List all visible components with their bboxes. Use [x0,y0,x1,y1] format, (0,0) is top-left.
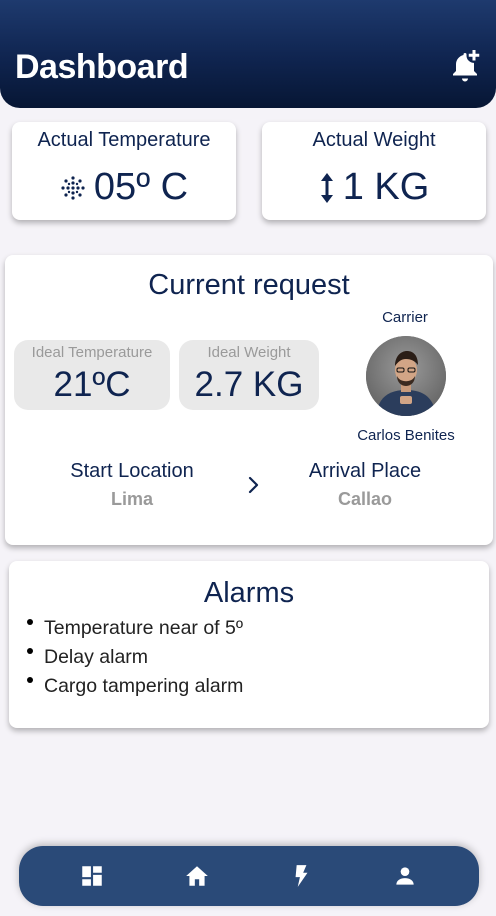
ideal-weight-box: Ideal Weight 2.7 KG [179,340,319,410]
current-request-title: Current request [148,269,350,301]
alarm-text: Cargo tampering alarm [44,675,244,697]
page-title: Dashboard [15,48,189,86]
alarm-list: Temperature near of 5º Delay alarm Cargo… [27,615,243,702]
bell-plus-icon [453,50,480,82]
ideal-temperature-label: Ideal Temperature [31,344,153,361]
nav-dashboard-button[interactable] [78,862,106,890]
actual-weight-card: Actual Weight 1 KG [262,122,486,220]
list-item: Delay alarm [27,644,243,673]
bullet-icon [27,677,33,683]
snowflake-dots-icon [60,175,86,201]
actual-temperature-card: Actual Temperature 05º C [12,122,236,220]
start-location-value: Lima [110,489,153,509]
ideal-weight-value: 2.7 KG [194,365,304,404]
alarms-card: Alarms Temperature near of 5º Delay alar… [9,561,489,728]
person-icon [396,867,414,885]
actual-temperature-label: Actual Temperature [37,129,211,151]
home-icon [186,866,208,886]
bullet-icon [27,648,33,654]
list-item: Temperature near of 5º [27,615,243,644]
alarm-text: Delay alarm [44,646,149,668]
ideal-temperature-value: 21ºC [53,365,131,404]
chevron-right-icon [248,476,259,494]
nav-flash-button[interactable] [287,862,315,890]
actual-temperature-value: 05º C [93,166,189,208]
vertical-arrows-icon [319,172,335,204]
actual-weight-value: 1 KG [342,166,430,208]
arrival-place-label: Arrival Place [308,460,422,482]
nav-home-button[interactable] [183,862,211,890]
list-item: Cargo tampering alarm [27,673,243,702]
ideal-weight-label: Ideal Weight [207,344,291,361]
carrier-label: Carrier [382,309,428,326]
arrival-place-value: Callao [337,489,393,509]
app-header: Dashboard [0,0,496,108]
start-location-label: Start Location [70,460,194,482]
carrier-avatar[interactable] [366,336,446,416]
carrier-name: Carlos Benites [357,427,455,444]
alarms-title: Alarms [203,577,295,609]
alarm-text: Temperature near of 5º [44,617,243,639]
current-request-card: Current request Ideal Temperature 21ºC I… [5,255,493,545]
lightning-icon [295,865,308,887]
nav-profile-button[interactable] [391,862,419,890]
bottom-navigation [19,846,479,906]
actual-weight-label: Actual Weight [312,129,436,151]
dashboard-icon [82,866,102,886]
ideal-temperature-box: Ideal Temperature 21ºC [14,340,170,410]
add-notification-button[interactable] [446,46,484,84]
bullet-icon [27,619,33,625]
